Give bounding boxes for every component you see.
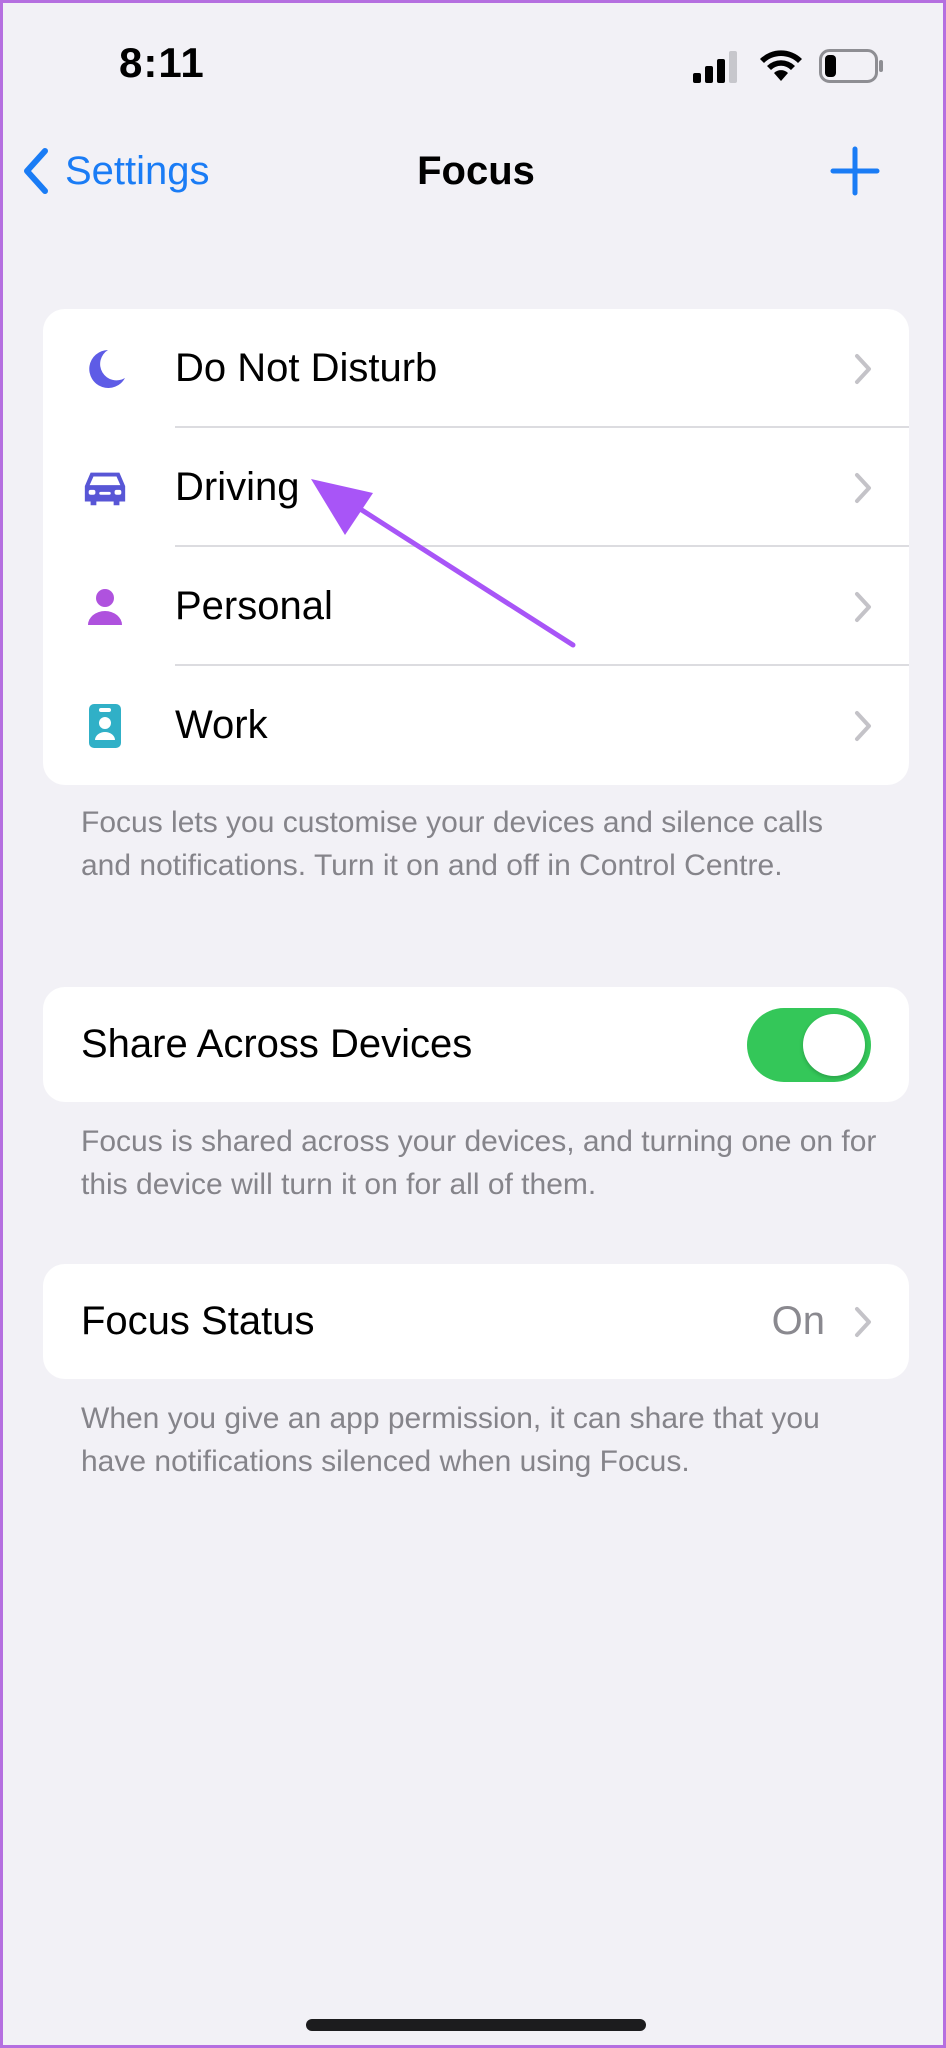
focus-item-label: Do Not Disturb [175, 346, 438, 390]
focus-item-do-not-disturb[interactable]: Do Not Disturb [43, 309, 909, 428]
focus-status-description: When you give an app permission, it can … [81, 1402, 820, 1478]
chevron-right-icon [855, 354, 871, 384]
chevron-right-icon [855, 592, 871, 622]
page-title: Focus [417, 149, 535, 193]
focus-status-row[interactable]: Focus Status On [43, 1264, 909, 1379]
focus-item-label: Driving [175, 465, 300, 509]
toggle-knob [803, 1014, 865, 1076]
share-description: Focus is shared across your devices, and… [81, 1125, 877, 1201]
annotation-arrow-icon [311, 479, 576, 648]
status-time: 8:11 [119, 39, 205, 86]
battery-icon [819, 49, 883, 83]
focus-description: Focus lets you customise your devices an… [81, 806, 824, 882]
share-across-devices-toggle[interactable] [747, 1008, 871, 1082]
chevron-right-icon [855, 1307, 871, 1337]
focus-item-work[interactable]: Work [43, 666, 909, 785]
share-across-devices-row: Share Across Devices [43, 987, 909, 1102]
home-indicator[interactable] [306, 2019, 646, 2031]
moon-icon [81, 345, 129, 393]
car-icon [81, 464, 129, 512]
wifi-icon [760, 50, 802, 81]
focus-status-value: On [771, 1299, 825, 1343]
focus-status-card: Focus Status On [43, 1264, 909, 1379]
id-badge-icon [81, 702, 129, 750]
add-focus-button[interactable] [829, 145, 881, 197]
share-across-devices-label: Share Across Devices [81, 1022, 473, 1066]
cellular-signal-icon [693, 51, 737, 83]
share-across-devices-card: Share Across Devices [43, 987, 909, 1102]
focus-status-label: Focus Status [81, 1299, 315, 1343]
focus-item-label: Work [175, 703, 268, 747]
person-icon [81, 583, 129, 631]
chevron-right-icon [855, 711, 871, 741]
chevron-right-icon [855, 473, 871, 503]
